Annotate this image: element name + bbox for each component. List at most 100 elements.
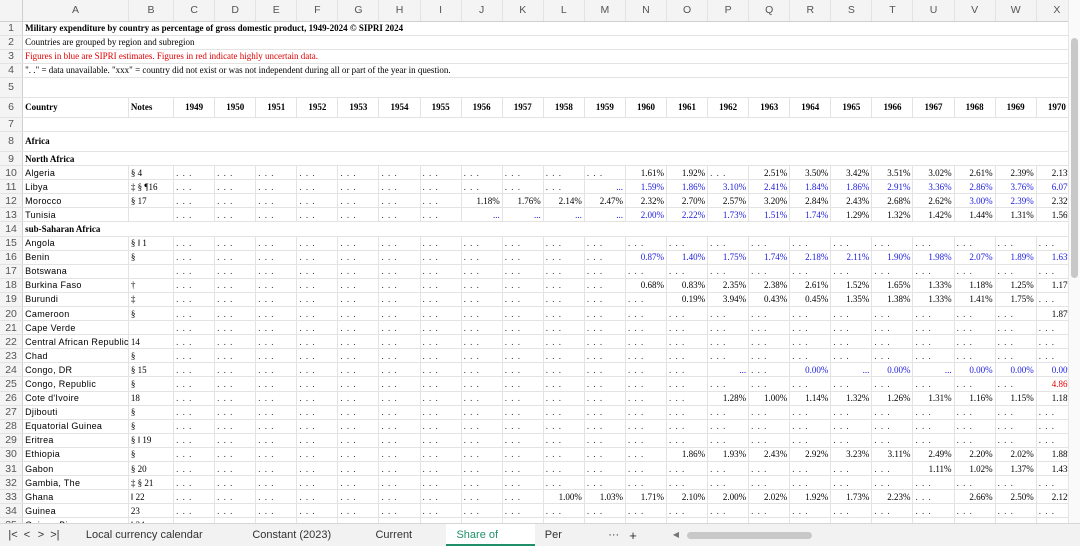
unavailable-cell[interactable]: . . .: [748, 348, 791, 364]
row-header[interactable]: 11: [0, 179, 24, 195]
year-header[interactable]: 1950: [214, 97, 257, 118]
notes-cell[interactable]: §: [128, 405, 175, 420]
unavailable-cell[interactable]: . . .: [625, 447, 668, 463]
unavailable-cell[interactable]: . . .: [173, 250, 216, 265]
unavailable-cell[interactable]: . . .: [502, 419, 544, 434]
unavailable-cell[interactable]: . . .: [543, 306, 585, 322]
row-header[interactable]: 16: [0, 250, 24, 265]
value-cell[interactable]: 1.76%: [502, 193, 544, 209]
unavailable-cell[interactable]: . . .: [871, 461, 914, 477]
notes-cell[interactable]: [128, 264, 175, 279]
unavailable-cell[interactable]: . . .: [666, 391, 709, 406]
value-cell[interactable]: 2.32%: [1036, 193, 1068, 209]
more-sheets-button[interactable]: ···: [604, 529, 623, 541]
unavailable-cell[interactable]: . . .: [420, 306, 462, 322]
unavailable-cell[interactable]: . . .: [255, 433, 298, 448]
year-header[interactable]: 1954: [378, 97, 421, 118]
unavailable-cell[interactable]: . . .: [748, 376, 791, 392]
unavailable-cell[interactable]: . . .: [378, 376, 421, 392]
country-cell[interactable]: Eritrea: [22, 433, 129, 448]
unavailable-cell[interactable]: . . .: [995, 419, 1037, 434]
unavailable-cell[interactable]: . . .: [707, 264, 750, 279]
unavailable-cell[interactable]: . . .: [912, 236, 955, 251]
unavailable-cell[interactable]: . . .: [871, 306, 914, 322]
value-cell[interactable]: 3.10%: [707, 179, 750, 195]
value-cell[interactable]: 2.47%: [584, 193, 626, 209]
unavailable-cell[interactable]: . . .: [543, 292, 585, 308]
unavailable-cell[interactable]: . . .: [173, 320, 216, 336]
value-cell[interactable]: 1.41%: [954, 292, 996, 308]
value-cell[interactable]: 2.00%: [707, 489, 750, 505]
value-cell[interactable]: 2.41%: [748, 179, 791, 195]
row-header[interactable]: 26: [0, 391, 24, 406]
unavailable-cell[interactable]: . . .: [461, 348, 503, 364]
spreadsheet-grid[interactable]: ABCDEFGHIJKLMNOPQRSTUVWX 1 Military expe…: [0, 0, 1068, 527]
unavailable-cell[interactable]: . . .: [871, 348, 914, 364]
notes-cell[interactable]: ‡: [128, 292, 175, 308]
value-cell[interactable]: ...: [461, 207, 503, 223]
unavailable-cell[interactable]: . . .: [214, 306, 257, 322]
unavailable-cell[interactable]: . . .: [420, 419, 462, 434]
unavailable-cell[interactable]: . . .: [337, 320, 380, 336]
value-cell[interactable]: 2.43%: [830, 193, 873, 209]
unavailable-cell[interactable]: . . .: [255, 475, 298, 491]
value-cell[interactable]: ...: [912, 362, 955, 378]
unavailable-cell[interactable]: . . .: [871, 264, 914, 279]
unavailable-cell[interactable]: . . .: [378, 292, 421, 308]
notes-cell[interactable]: §: [128, 376, 175, 392]
vertical-scrollbar[interactable]: [1068, 0, 1080, 527]
row-header[interactable]: 14: [0, 221, 24, 237]
unavailable-cell[interactable]: . . .: [461, 320, 503, 336]
unavailable-cell[interactable]: . . .: [173, 306, 216, 322]
value-cell[interactable]: 1.63%: [1036, 250, 1068, 265]
unavailable-cell[interactable]: . . .: [954, 320, 996, 336]
unavailable-cell[interactable]: . . .: [707, 334, 750, 350]
value-cell[interactable]: 1.35%: [830, 292, 873, 308]
unavailable-cell[interactable]: . . .: [214, 433, 257, 448]
value-cell[interactable]: ...: [707, 362, 750, 378]
unavailable-cell[interactable]: . . .: [214, 348, 257, 364]
unavailable-cell[interactable]: . . .: [666, 503, 709, 519]
value-cell[interactable]: 1.25%: [995, 278, 1037, 293]
row-header[interactable]: 6: [0, 97, 24, 118]
country-cell[interactable]: Ethiopia: [22, 447, 129, 463]
unavailable-cell[interactable]: . . .: [707, 405, 750, 420]
value-cell[interactable]: 3.11%: [871, 447, 914, 463]
value-cell[interactable]: ...: [584, 207, 626, 223]
value-cell[interactable]: 2.61%: [954, 165, 996, 181]
row-header[interactable]: 27: [0, 405, 24, 420]
row-header[interactable]: 21: [0, 320, 24, 336]
unavailable-cell[interactable]: . . .: [461, 503, 503, 519]
row-header[interactable]: 5: [0, 77, 24, 98]
row-header[interactable]: 25: [0, 376, 24, 392]
value-cell[interactable]: 1.32%: [830, 391, 873, 406]
unavailable-cell[interactable]: . . .: [543, 461, 585, 477]
unavailable-cell[interactable]: . . .: [830, 419, 873, 434]
unavailable-cell[interactable]: . . .: [255, 193, 298, 209]
value-cell[interactable]: 1.51%: [748, 207, 791, 223]
unavailable-cell[interactable]: . . .: [748, 461, 791, 477]
unavailable-cell[interactable]: . . .: [912, 475, 955, 491]
value-cell[interactable]: 1.40%: [666, 250, 709, 265]
unavailable-cell[interactable]: . . .: [461, 179, 503, 195]
notes-cell[interactable]: §: [128, 348, 175, 364]
unavailable-cell[interactable]: . . .: [584, 447, 626, 463]
value-cell[interactable]: 1.86%: [666, 179, 709, 195]
unavailable-cell[interactable]: . . .: [707, 503, 750, 519]
column-header[interactable]: F: [296, 0, 339, 22]
country-cell[interactable]: Equatorial Guinea: [22, 419, 129, 434]
unavailable-cell[interactable]: . . .: [625, 320, 668, 336]
row-header[interactable]: 13: [0, 207, 24, 223]
unavailable-cell[interactable]: . . .: [666, 264, 709, 279]
unavailable-cell[interactable]: . . .: [461, 165, 503, 181]
year-header[interactable]: 1951: [255, 97, 298, 118]
row-header[interactable]: 15: [0, 236, 24, 251]
unavailable-cell[interactable]: . . .: [502, 236, 544, 251]
unavailable-cell[interactable]: . . .: [461, 419, 503, 434]
value-cell[interactable]: 1.71%: [625, 489, 668, 505]
unavailable-cell[interactable]: . . .: [420, 376, 462, 392]
unavailable-cell[interactable]: . . .: [420, 179, 462, 195]
unavailable-cell[interactable]: . . .: [584, 503, 626, 519]
unavailable-cell[interactable]: . . .: [461, 405, 503, 420]
sheet-title[interactable]: Military expenditure by country as perce…: [22, 21, 1068, 36]
